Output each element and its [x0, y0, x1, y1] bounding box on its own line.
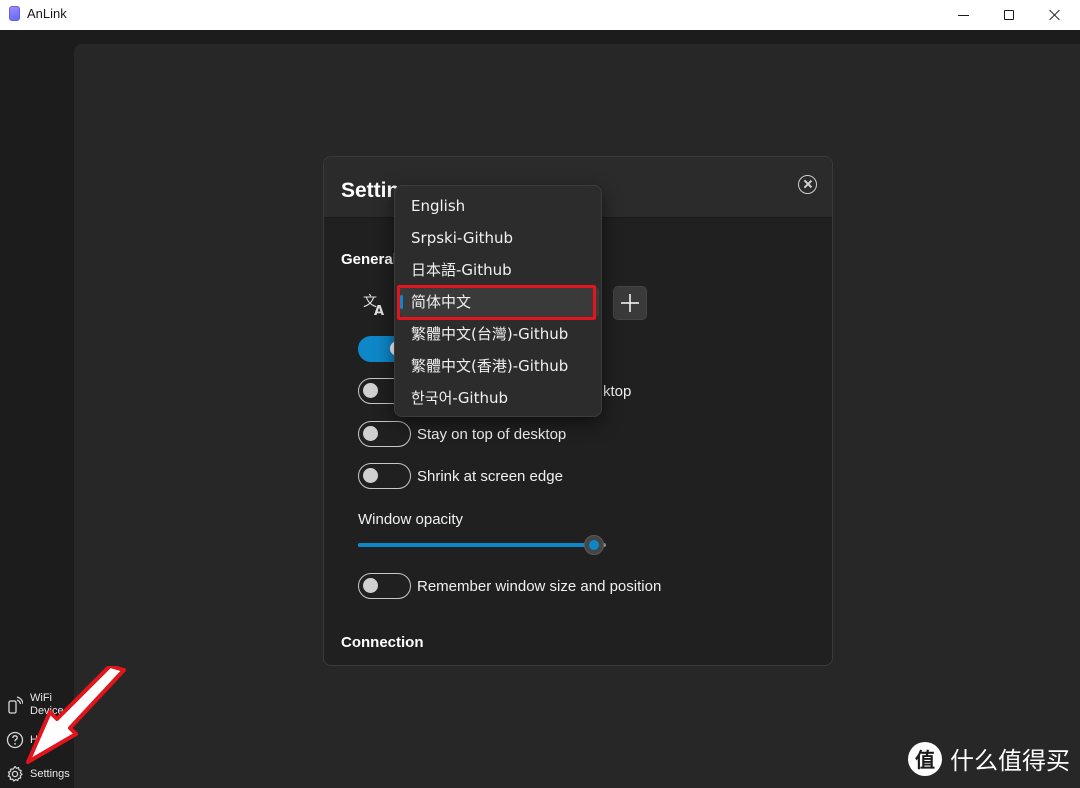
sidebar-item-help[interactable]: Help — [6, 731, 53, 749]
language-option-traditional-chinese-hk[interactable]: 繁體中文(香港)-Github — [399, 351, 599, 381]
watermark-logo-icon: 值 — [908, 741, 942, 776]
app-logo-icon — [9, 6, 20, 21]
language-dropdown-menu: English Srpski-Github 日本語-Github 简体中文 繁體… — [394, 185, 602, 417]
toggle-knob — [363, 383, 378, 398]
stay-on-top-toggle[interactable] — [358, 421, 411, 447]
shrink-edge-label: Shrink at screen edge — [417, 468, 563, 485]
add-language-button[interactable] — [613, 286, 647, 320]
close-icon — [1049, 9, 1061, 21]
close-window-button[interactable] — [1032, 0, 1078, 30]
sidebar-item-label: Settings — [30, 768, 70, 780]
toggle-knob — [363, 578, 378, 593]
minimize-icon — [957, 14, 969, 16]
language-option-korean[interactable]: 한국어-Github — [399, 383, 599, 413]
slider-fill — [358, 543, 594, 547]
plus-icon — [621, 294, 639, 312]
window-opacity-slider[interactable] — [358, 535, 606, 555]
wifi-phone-icon — [6, 696, 24, 714]
maximize-button[interactable] — [986, 0, 1032, 30]
dialog-close-button[interactable] — [798, 175, 817, 194]
remember-size-label: Remember window size and position — [417, 578, 662, 595]
remember-size-toggle[interactable] — [358, 573, 411, 599]
toggle-knob — [363, 426, 378, 441]
section-connection-heading: Connection — [341, 634, 424, 651]
slider-thumb[interactable] — [584, 535, 604, 555]
language-option-simplified-chinese[interactable]: 简体中文 — [399, 287, 599, 317]
watermark-text: 什么值得买 — [950, 747, 1070, 775]
toggle-label-partial: ktop — [603, 383, 632, 400]
gear-icon — [6, 765, 24, 783]
stay-on-top-label: Stay on top of desktop — [417, 426, 567, 443]
language-option-japanese[interactable]: 日本語-Github — [399, 255, 599, 285]
section-general-heading: General — [341, 251, 397, 268]
translate-icon: 文 A — [362, 291, 388, 319]
shrink-edge-toggle[interactable] — [358, 463, 411, 489]
window-opacity-label: Window opacity — [358, 511, 464, 528]
sidebar-item-label: Help — [30, 734, 53, 746]
sidebar — [0, 30, 74, 788]
sidebar-item-wifi-device[interactable]: WiFi Device — [6, 692, 70, 718]
sidebar-item-settings[interactable]: Settings — [6, 765, 70, 783]
title-bar: AnLink — [0, 0, 1080, 30]
watermark-logo-glyph: 值 — [915, 748, 935, 772]
toggle-knob — [363, 468, 378, 483]
language-option-serbian[interactable]: Srpski-Github — [399, 223, 599, 253]
watermark: 值 什么值得买 — [908, 741, 1070, 776]
language-option-english[interactable]: English — [399, 191, 599, 221]
minimize-button[interactable] — [940, 0, 986, 30]
window-title: AnLink — [27, 6, 67, 21]
language-option-traditional-chinese-tw[interactable]: 繁體中文(台灣)-Github — [399, 319, 599, 349]
maximize-icon — [1004, 10, 1014, 20]
help-icon — [6, 731, 24, 749]
svg-text:A: A — [374, 304, 384, 317]
sidebar-item-label: WiFi Device — [30, 692, 64, 717]
